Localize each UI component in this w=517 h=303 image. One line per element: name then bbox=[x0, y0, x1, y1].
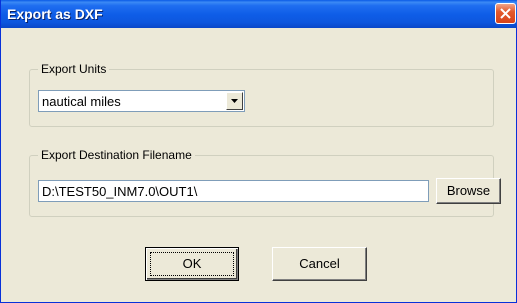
export-units-value: nautical miles bbox=[42, 94, 121, 109]
close-icon bbox=[500, 8, 511, 19]
cancel-button[interactable]: Cancel bbox=[272, 247, 367, 281]
destination-filename-input[interactable] bbox=[38, 180, 429, 202]
chevron-down-icon bbox=[231, 99, 238, 103]
export-destination-label: Export Destination Filename bbox=[38, 148, 195, 162]
export-units-select[interactable]: nautical miles bbox=[38, 90, 245, 112]
dropdown-arrow-button[interactable] bbox=[226, 92, 243, 110]
title-bar[interactable]: Export as DXF bbox=[1, 0, 517, 28]
ok-button[interactable]: OK bbox=[145, 247, 239, 281]
close-button[interactable] bbox=[495, 3, 516, 24]
export-units-label: Export Units bbox=[38, 62, 110, 76]
export-dxf-dialog: Export as DXF Export Units nautical mile… bbox=[0, 0, 517, 303]
ok-button-label: OK bbox=[182, 256, 202, 271]
browse-button[interactable]: Browse bbox=[436, 178, 501, 204]
dialog-title: Export as DXF bbox=[7, 6, 103, 22]
